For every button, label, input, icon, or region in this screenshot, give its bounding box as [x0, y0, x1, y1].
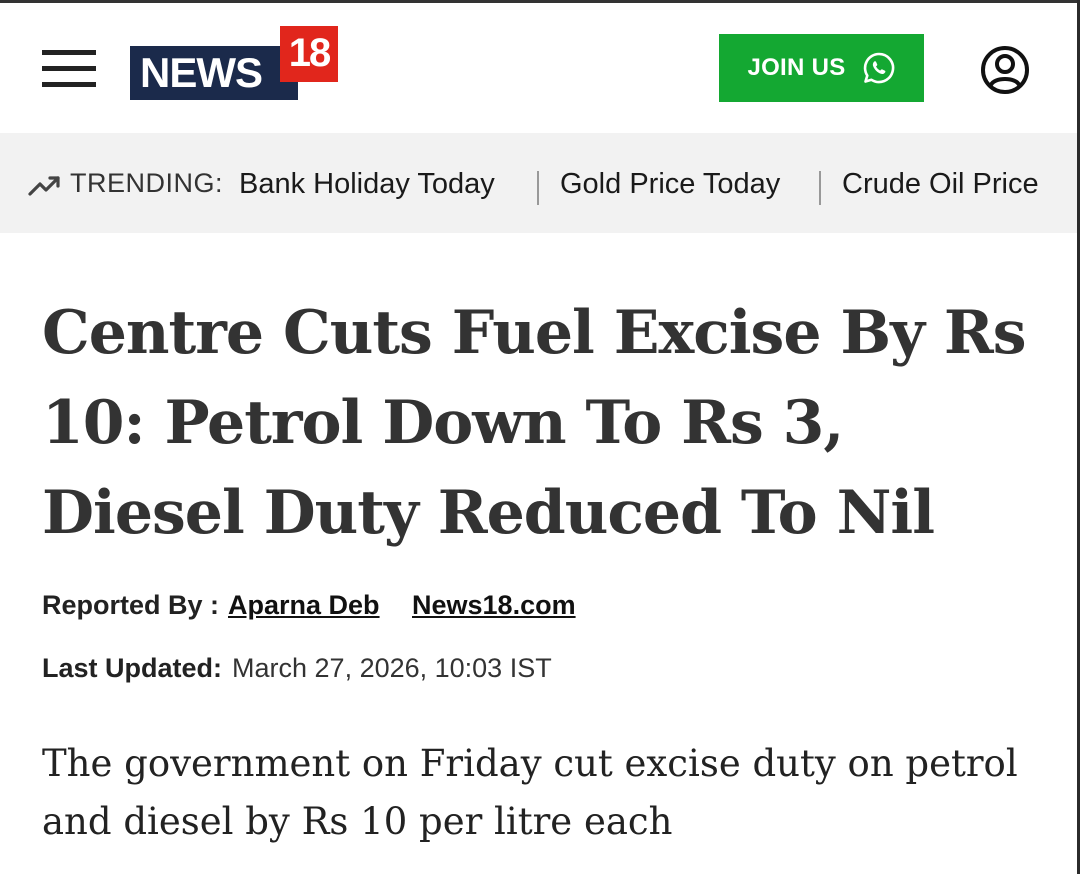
site-header: NEWS 18 JOIN US [0, 3, 1077, 133]
article-summary: The government on Friday cut excise duty… [42, 742, 1018, 843]
trending-up-icon [28, 176, 60, 196]
reported-by-label: Reported By : [42, 590, 220, 620]
last-updated-value: March 27, 2026, 10:03 IST [232, 653, 552, 683]
logo-number: 18 [280, 26, 338, 82]
trending-link-bank-holiday[interactable]: Bank Holiday Today [239, 168, 495, 201]
hamburger-menu-icon[interactable] [42, 47, 96, 89]
last-updated-label: Last Updated: [42, 653, 223, 683]
trending-divider [537, 171, 539, 205]
logo-text: NEWS [130, 46, 298, 100]
join-us-button[interactable]: JOIN US [719, 34, 924, 102]
article-headline: Centre Cuts Fuel Excise By Rs 10: Petrol… [42, 298, 1027, 548]
author-link[interactable]: Aparna Deb [228, 590, 380, 621]
trending-link-gold-price[interactable]: Gold Price Today [560, 168, 780, 201]
join-us-label: JOIN US [747, 54, 846, 81]
last-updated: Last Updated: March 27, 2026, 10:03 IST [42, 653, 552, 684]
user-account-icon[interactable] [980, 45, 1030, 95]
byline: Reported By : [42, 590, 219, 621]
trending-divider [819, 171, 821, 205]
trending-label: TRENDING: [70, 168, 223, 198]
whatsapp-icon [863, 52, 894, 84]
news18-logo[interactable]: NEWS 18 [130, 24, 340, 104]
source-link[interactable]: News18.com [412, 590, 576, 621]
trending-link-crude-oil[interactable]: Crude Oil Price [842, 168, 1039, 201]
